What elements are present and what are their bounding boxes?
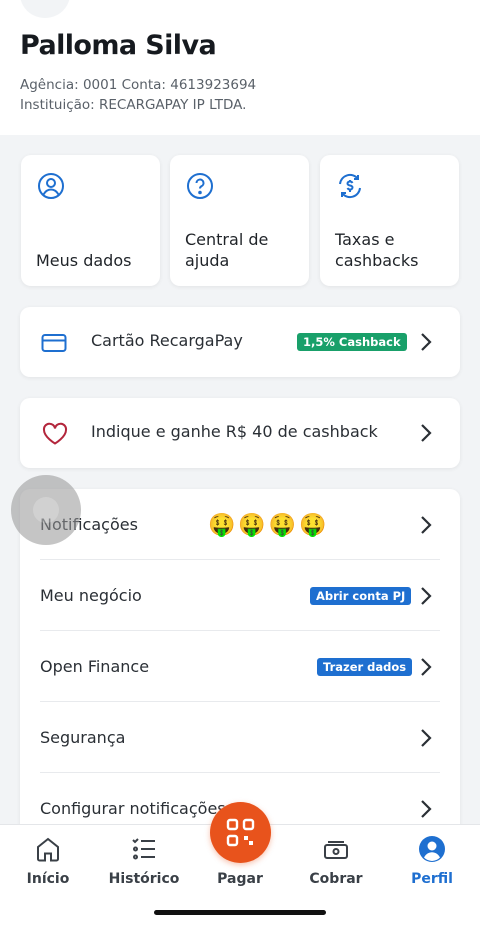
home-icon — [37, 837, 59, 862]
avatar[interactable] — [20, 0, 70, 18]
list-item-open-finance[interactable]: Open Finance Trazer dados — [20, 631, 460, 702]
recargapay-card-row[interactable]: Cartão RecargaPay 1,5% Cashback — [20, 307, 460, 377]
money-face-emojis: 🤑🤑🤑🤑 — [208, 513, 330, 538]
chevron-right-icon — [421, 729, 432, 747]
tab-historico[interactable]: Histórico — [96, 825, 192, 905]
tab-label: Histórico — [108, 871, 180, 887]
list-item-label: Open Finance — [40, 657, 150, 676]
dollar-refresh-icon — [339, 173, 361, 199]
settings-list: Notificações 🤑🤑🤑🤑 Meu negócio Abrir cont… — [20, 489, 460, 834]
user-circle-icon — [38, 173, 64, 199]
quick-action-label: Taxas e cashbacks — [335, 230, 419, 270]
list-item-notificacoes[interactable]: Notificações 🤑🤑🤑🤑 — [20, 489, 460, 560]
heart-icon — [42, 422, 68, 445]
list-icon — [132, 838, 155, 860]
referral-row[interactable]: Indique e ganhe R$ 40 de cashback — [20, 398, 460, 468]
quick-action-taxas-e-cashbacks[interactable]: Taxas e cashbacks — [320, 155, 459, 286]
quick-action-meus-dados[interactable]: Meus dados — [21, 155, 160, 286]
chevron-right-icon — [421, 800, 432, 818]
cashback-badge: 1,5% Cashback — [297, 333, 407, 351]
qr-code-icon — [226, 818, 255, 847]
chevron-right-icon — [421, 658, 432, 676]
card-row-label: Cartão RecargaPay — [91, 331, 243, 350]
chevron-right-icon — [421, 516, 432, 534]
tab-perfil[interactable]: Perfil — [384, 825, 480, 905]
list-item-seguranca[interactable]: Segurança — [20, 702, 460, 773]
profile-header: Palloma Silva Agência: 0001 Conta: 46139… — [0, 0, 480, 135]
bring-data-badge: Trazer dados — [317, 658, 413, 676]
touch-indicator — [11, 475, 81, 545]
tab-label: Pagar — [217, 871, 263, 887]
chevron-right-icon — [421, 333, 432, 351]
list-item-label: Configurar notificações — [40, 799, 226, 818]
quick-action-label: Meus dados — [36, 251, 132, 270]
account-info: Agência: 0001 Conta: 4613923694 — [20, 77, 257, 93]
credit-card-icon — [41, 334, 67, 352]
tab-label: Início — [26, 871, 70, 887]
help-circle-icon — [187, 173, 213, 199]
referral-label: Indique e ganhe R$ 40 de cashback — [91, 422, 378, 441]
tab-cobrar[interactable]: Cobrar — [288, 825, 384, 905]
list-item-meu-negocio[interactable]: Meu negócio Abrir conta PJ — [20, 560, 460, 631]
profile-name: Palloma Silva — [20, 30, 217, 61]
institution-info: Instituição: RECARGAPAY IP LTDA. — [20, 97, 247, 113]
wallet-icon — [324, 841, 348, 859]
tab-label: Perfil — [411, 871, 453, 887]
list-item-label: Meu negócio — [40, 586, 142, 605]
list-item-label: Segurança — [40, 728, 126, 747]
tab-inicio[interactable]: Início — [0, 825, 96, 905]
chevron-right-icon — [421, 587, 432, 605]
pay-button[interactable] — [210, 802, 271, 863]
quick-action-label: Central de ajuda — [185, 230, 269, 270]
quick-action-central-de-ajuda[interactable]: Central de ajuda — [170, 155, 309, 286]
open-pj-account-badge: Abrir conta PJ — [310, 587, 412, 605]
home-indicator — [154, 910, 326, 915]
profile-icon — [419, 836, 445, 862]
chevron-right-icon — [421, 424, 432, 442]
tab-label: Cobrar — [309, 871, 363, 887]
